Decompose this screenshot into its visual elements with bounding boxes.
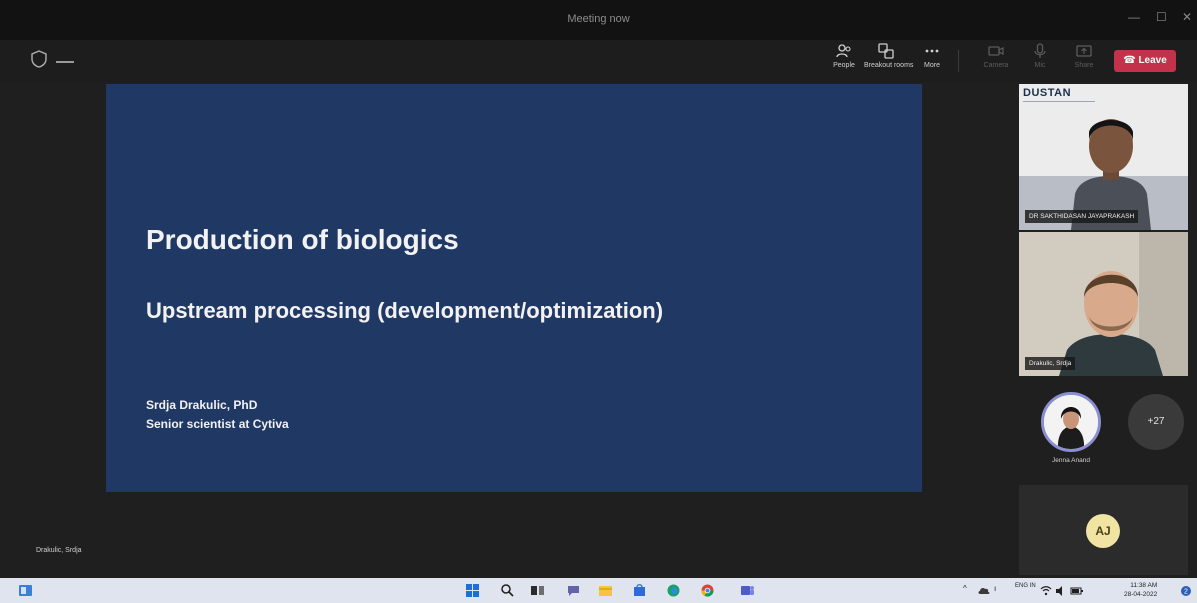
volume-icon[interactable] [1055, 585, 1067, 597]
profile-photo [1044, 395, 1098, 449]
chrome-browser-icon[interactable] [700, 583, 715, 598]
share-label: Share [1074, 62, 1094, 69]
slide-subtitle: Upstream processing (development/optimiz… [146, 298, 664, 323]
shield-icon[interactable] [30, 50, 48, 68]
edge-browser-icon[interactable] [666, 583, 681, 598]
breakout-rooms-button[interactable]: Breakout rooms [864, 42, 914, 80]
leave-label: Leave [1138, 55, 1167, 66]
people-label: People [833, 62, 855, 69]
widgets-icon[interactable] [18, 583, 33, 598]
window-title: Meeting now [567, 13, 630, 25]
title-bar: Meeting now — ☐ ✕ [0, 0, 1197, 40]
language-indicator[interactable]: ENG IN [1015, 583, 1036, 590]
camera-label: Camera [983, 62, 1009, 69]
file-explorer-icon[interactable] [598, 583, 613, 598]
minimize-button[interactable]: — [1128, 10, 1140, 24]
breakout-rooms-label: Breakout rooms [864, 62, 914, 69]
share-button[interactable]: Share [1062, 42, 1106, 80]
task-view-icon[interactable] [530, 583, 545, 598]
maximize-button[interactable]: ☐ [1156, 10, 1167, 24]
leave-button[interactable]: ☎ Leave [1114, 50, 1176, 72]
teams-app-icon[interactable] [740, 583, 755, 598]
avatar: AJ [1086, 514, 1120, 548]
participant-video-tile[interactable]: DUSTAN DR SAKTHIDASAN JAYAPRAKASH [1019, 84, 1188, 230]
windows-start-icon[interactable] [465, 583, 480, 598]
meeting-timer [56, 61, 74, 63]
participant-name-label: Jenna Anand [1052, 457, 1090, 464]
more-label: More [924, 62, 940, 69]
store-icon[interactable] [632, 583, 647, 598]
participant-avatar-tile[interactable]: Jenna Anand [1026, 387, 1116, 469]
close-button[interactable]: ✕ [1182, 10, 1192, 24]
camera-off-icon [988, 46, 1004, 56]
slide-author: Srdja Drakulic, PhD [146, 398, 258, 412]
wifi-icon[interactable] [1040, 585, 1052, 597]
participant-avatar [1041, 392, 1101, 452]
people-button[interactable]: People [822, 42, 866, 80]
more-icon [925, 49, 939, 53]
presenter-name: Drakulic, Srdja [36, 547, 82, 554]
participants-rail: DUSTAN DR SAKTHIDASAN JAYAPRAKASH Drakul… [1012, 82, 1197, 578]
slide-title: Production of biologics [146, 224, 459, 255]
participant-name-label: DR SAKTHIDASAN JAYAPRAKASH [1025, 210, 1139, 223]
more-button[interactable]: More [910, 42, 954, 80]
notification-icon[interactable]: 2 [1180, 585, 1192, 597]
mic-button[interactable]: Mic [1018, 42, 1062, 80]
participant-video [1019, 119, 1188, 230]
mic-label: Mic [1034, 62, 1046, 69]
shared-content-stage: Production of biologics Upstream process… [0, 82, 1012, 578]
svg-text:2: 2 [1184, 589, 1188, 596]
slide-author-role: Senior scientist at Cytiva [146, 417, 289, 431]
battery-icon[interactable] [1070, 585, 1084, 597]
toolbar-divider [958, 50, 959, 72]
more-participants-badge[interactable]: +27 [1128, 394, 1184, 450]
meeting-toolbar: People Breakout rooms More Camera Mic Sh… [0, 40, 1197, 82]
onedrive-icon[interactable] [978, 585, 990, 597]
clock[interactable]: 11:38 AM 28-04-2022 [1124, 581, 1157, 599]
show-hidden-icons[interactable]: ^ [963, 584, 967, 593]
people-icon [836, 44, 851, 58]
windows-taskbar: ^ ı ENG IN 11:38 AM 28-04-2022 2 [0, 578, 1197, 603]
camera-button[interactable]: Camera [974, 42, 1018, 80]
phone-icon: ☎ [1123, 55, 1139, 66]
share-icon [1076, 45, 1092, 57]
search-icon[interactable] [500, 583, 515, 598]
presentation-slide: Production of biologics Upstream process… [106, 84, 922, 492]
mic-off-icon [1034, 43, 1046, 58]
network-indicator[interactable]: ı [994, 584, 996, 593]
teams-chat-icon[interactable] [566, 583, 581, 598]
participant-video [1019, 232, 1188, 376]
participant-name-label: Drakulic, Srdja [1025, 357, 1076, 370]
participant-self-tile[interactable]: AJ [1019, 485, 1188, 575]
clock-time: 11:38 AM [1130, 582, 1158, 589]
clock-date: 28-04-2022 [1124, 591, 1158, 598]
breakout-rooms-icon [878, 43, 894, 59]
participant-video-tile[interactable]: Drakulic, Srdja [1019, 232, 1188, 376]
